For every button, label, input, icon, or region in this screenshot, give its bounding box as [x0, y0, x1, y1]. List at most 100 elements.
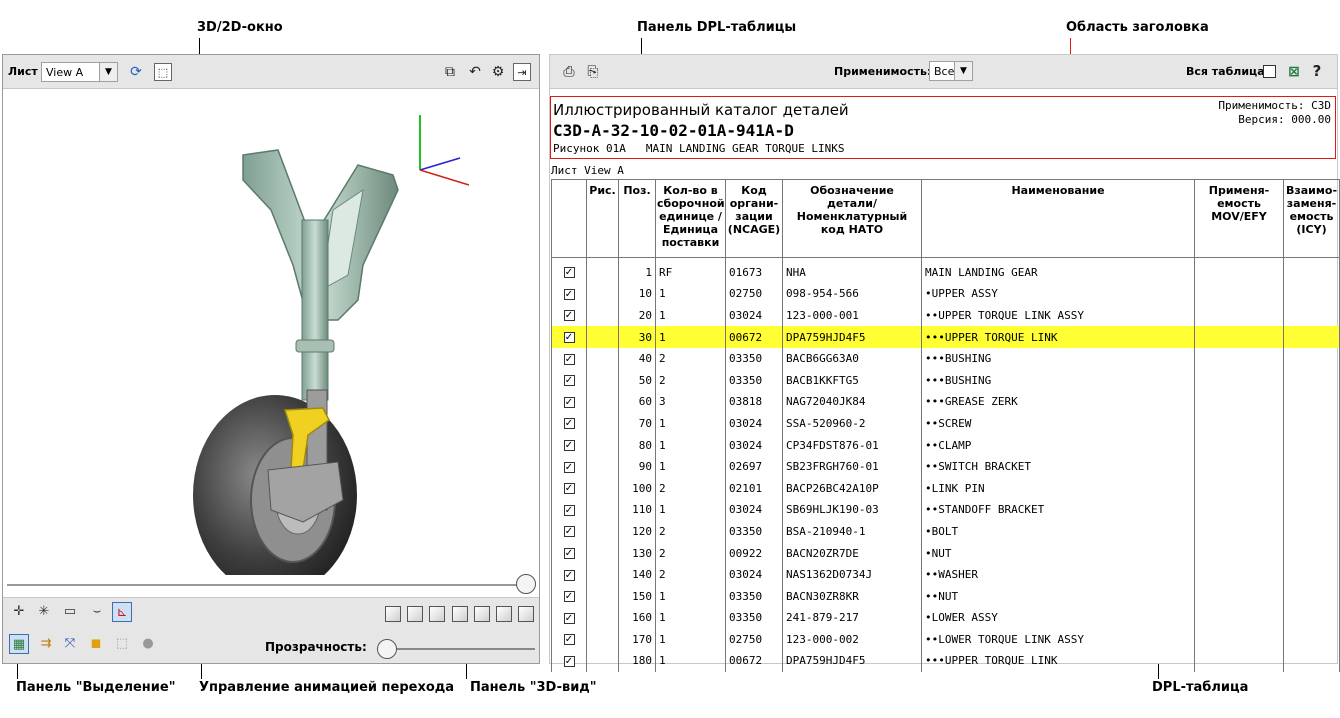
- table-row[interactable]: ✓ 130 2 00922 BACN20ZR7DE •NUT: [551, 542, 1340, 564]
- cell-fig: [586, 650, 619, 672]
- model-canvas[interactable]: [3, 90, 539, 575]
- animation-track: [7, 584, 525, 586]
- row-checkbox[interactable]: ✓: [563, 526, 575, 538]
- row-checkbox[interactable]: ✓: [563, 548, 575, 560]
- row-checkbox[interactable]: ✓: [563, 461, 575, 473]
- table-row[interactable]: ✓ 150 1 03350 BACN30ZR8KR ••NUT: [551, 585, 1340, 607]
- data-module-code: C3D-A-32-10-02-01A-941A-D: [553, 121, 794, 140]
- cell-ncage: 03024: [725, 304, 783, 327]
- cell-item: 80: [618, 434, 656, 456]
- view-bottom-icon[interactable]: [496, 606, 512, 622]
- view-right-icon[interactable]: [452, 606, 468, 622]
- table-row[interactable]: ✓ 30 1 00672 DPA759HJD4F5 •••UPPER TORQUE LI…: [551, 326, 1340, 348]
- view-top-icon[interactable]: [474, 606, 490, 622]
- row-checkbox[interactable]: ✓: [563, 310, 575, 322]
- cube-color-icon[interactable]: ◼: [86, 634, 106, 654]
- cell-fig: [586, 628, 619, 651]
- row-checkbox[interactable]: ✓: [563, 655, 575, 667]
- cell-mov: [1194, 391, 1284, 413]
- rotate-cursor-icon[interactable]: ↶: [466, 63, 484, 81]
- table-row[interactable]: ✓ 90 1 02697 SB23FRGH760-01 ••SWITCH BRACKET: [551, 455, 1340, 478]
- row-checkbox[interactable]: ✓: [563, 569, 575, 581]
- row-checkbox[interactable]: ✓: [563, 612, 575, 624]
- rectangle-select-icon[interactable]: ▭: [60, 602, 80, 622]
- cell-part: SB69HLJK190-03: [782, 499, 922, 521]
- transparency-track[interactable]: [389, 648, 535, 650]
- landing-gear-model[interactable]: [193, 149, 399, 575]
- animation-slider[interactable]: [7, 574, 536, 594]
- table-row[interactable]: ✓ 180 1 00672 DPA759HJD4F5 •••UPPER TORQUE LI…: [551, 650, 1340, 672]
- surface-select-icon[interactable]: ⌣: [87, 602, 107, 622]
- row-checkbox[interactable]: ✓: [563, 288, 575, 300]
- gear-icon[interactable]: ⚙: [489, 63, 507, 81]
- row-checkbox[interactable]: ✓: [563, 353, 575, 365]
- row-checkbox-cell: ✓: [551, 434, 587, 456]
- table-row[interactable]: ✓ 10 1 02750 098-954-566 •UPPER ASSY: [551, 283, 1340, 305]
- animation-knob[interactable]: [516, 574, 536, 594]
- row-checkbox[interactable]: ✓: [563, 375, 575, 387]
- table-row[interactable]: ✓ 60 3 03818 NAG72040JK84 •••GREASE ZERK: [551, 391, 1340, 413]
- row-checkbox[interactable]: ✓: [563, 418, 575, 430]
- crosshair-icon[interactable]: ✛: [9, 602, 29, 622]
- move-icon[interactable]: ⇉: [36, 634, 56, 654]
- cell-icy: [1283, 455, 1340, 478]
- cell-item: 100: [618, 477, 656, 500]
- exit-panel-icon[interactable]: ⇥: [513, 63, 531, 81]
- refresh-icon[interactable]: ⟳: [127, 63, 145, 81]
- axis-icon[interactable]: ⊾: [112, 602, 132, 622]
- row-checkbox-cell: ✓: [551, 520, 587, 543]
- table-row[interactable]: ✓ 160 1 03350 241-879-217 •LOWER ASSY: [551, 607, 1340, 629]
- cell-part: BSA-210940-1: [782, 520, 922, 543]
- transparency-knob[interactable]: [377, 639, 397, 659]
- table-row[interactable]: ✓ 100 2 02101 BACP26BC42A10P •LINK PIN: [551, 477, 1340, 500]
- row-checkbox[interactable]: ✓: [563, 504, 575, 516]
- row-checkbox[interactable]: ✓: [563, 267, 575, 279]
- whole-table-checkbox[interactable]: [1263, 65, 1276, 78]
- table-row[interactable]: ✓ 170 1 02750 123-000-002 ••LOWER TORQUE LINK…: [551, 628, 1340, 651]
- dashed-cube-icon[interactable]: ⬚: [112, 634, 132, 654]
- help-button[interactable]: ?: [1308, 62, 1326, 80]
- table-row[interactable]: ✓ 140 2 03024 NAS1362D0734J ••WASHER: [551, 563, 1340, 586]
- table-row[interactable]: ✓ 80 1 03024 CP34FDST876-01 ••CLAMP: [551, 434, 1340, 456]
- model-select-icon[interactable]: ▦: [9, 634, 29, 654]
- table-row[interactable]: ✓ 70 1 03024 SSA-520960-2 ••SCREW: [551, 412, 1340, 435]
- row-checkbox[interactable]: ✓: [563, 483, 575, 495]
- star-cross-icon[interactable]: ✳: [34, 602, 54, 622]
- row-checkbox[interactable]: ✓: [563, 396, 575, 408]
- table-row[interactable]: ✓ 1 RF 01673 NHA MAIN LANDING GEAR: [551, 261, 1340, 284]
- view-back-icon[interactable]: [407, 606, 423, 622]
- cell-ncage: 02750: [725, 628, 783, 651]
- dpl-toolbar: ⎙ ⎘ Применимость: Все ▼ Вся таблица ⊠ ?: [550, 55, 1337, 89]
- table-row[interactable]: ✓ 40 2 03350 BACB6GG63A0 •••BUSHING: [551, 347, 1340, 370]
- cell-icy: [1283, 650, 1340, 672]
- view-iso-icon[interactable]: [518, 606, 534, 622]
- sphere-icon[interactable]: ●: [138, 634, 158, 654]
- select-area-icon[interactable]: ⬚: [154, 63, 172, 81]
- chevron-down-icon[interactable]: ▼: [954, 62, 972, 80]
- fit-icon[interactable]: ⤧: [60, 634, 80, 654]
- print-icon[interactable]: ⎙: [560, 63, 578, 81]
- row-checkbox[interactable]: ✓: [563, 440, 575, 452]
- excel-icon[interactable]: ⊠: [1285, 63, 1303, 81]
- table-row[interactable]: ✓ 120 2 03350 BSA-210940-1 •BOLT: [551, 520, 1340, 543]
- table-row[interactable]: ✓ 110 1 03024 SB69HLJK190-03 ••STANDOFF BRACK…: [551, 499, 1340, 521]
- chevron-down-icon[interactable]: ▼: [99, 63, 117, 81]
- layers-icon[interactable]: ⧉: [441, 63, 459, 81]
- view-left-icon[interactable]: [429, 606, 445, 622]
- print-preview-icon[interactable]: ⎘: [584, 63, 602, 81]
- sheet-select[interactable]: View A ▼: [41, 62, 118, 82]
- view-front-icon[interactable]: [385, 606, 401, 622]
- cell-fig: [586, 412, 619, 435]
- row-checkbox[interactable]: ✓: [563, 591, 575, 603]
- cell-mov: [1194, 650, 1284, 672]
- table-row[interactable]: ✓ 20 1 03024 123-000-001 ••UPPER TORQUE LINK …: [551, 304, 1340, 327]
- row-checkbox-cell: ✓: [551, 304, 587, 327]
- cell-name: •••GREASE ZERK: [921, 391, 1195, 413]
- table-row[interactable]: ✓ 50 2 03350 BACB1KKFTG5 •••BUSHING: [551, 369, 1340, 392]
- row-checkbox[interactable]: ✓: [563, 332, 575, 344]
- cell-mov: [1194, 607, 1284, 629]
- row-checkbox[interactable]: ✓: [563, 634, 575, 646]
- applicability-select[interactable]: Все ▼: [929, 61, 973, 81]
- table-body: ✓ 1 RF 01673 NHA MAIN LANDING GEAR ✓ 10 1 02750 09…: [551, 257, 1340, 672]
- cell-icy: [1283, 391, 1340, 413]
